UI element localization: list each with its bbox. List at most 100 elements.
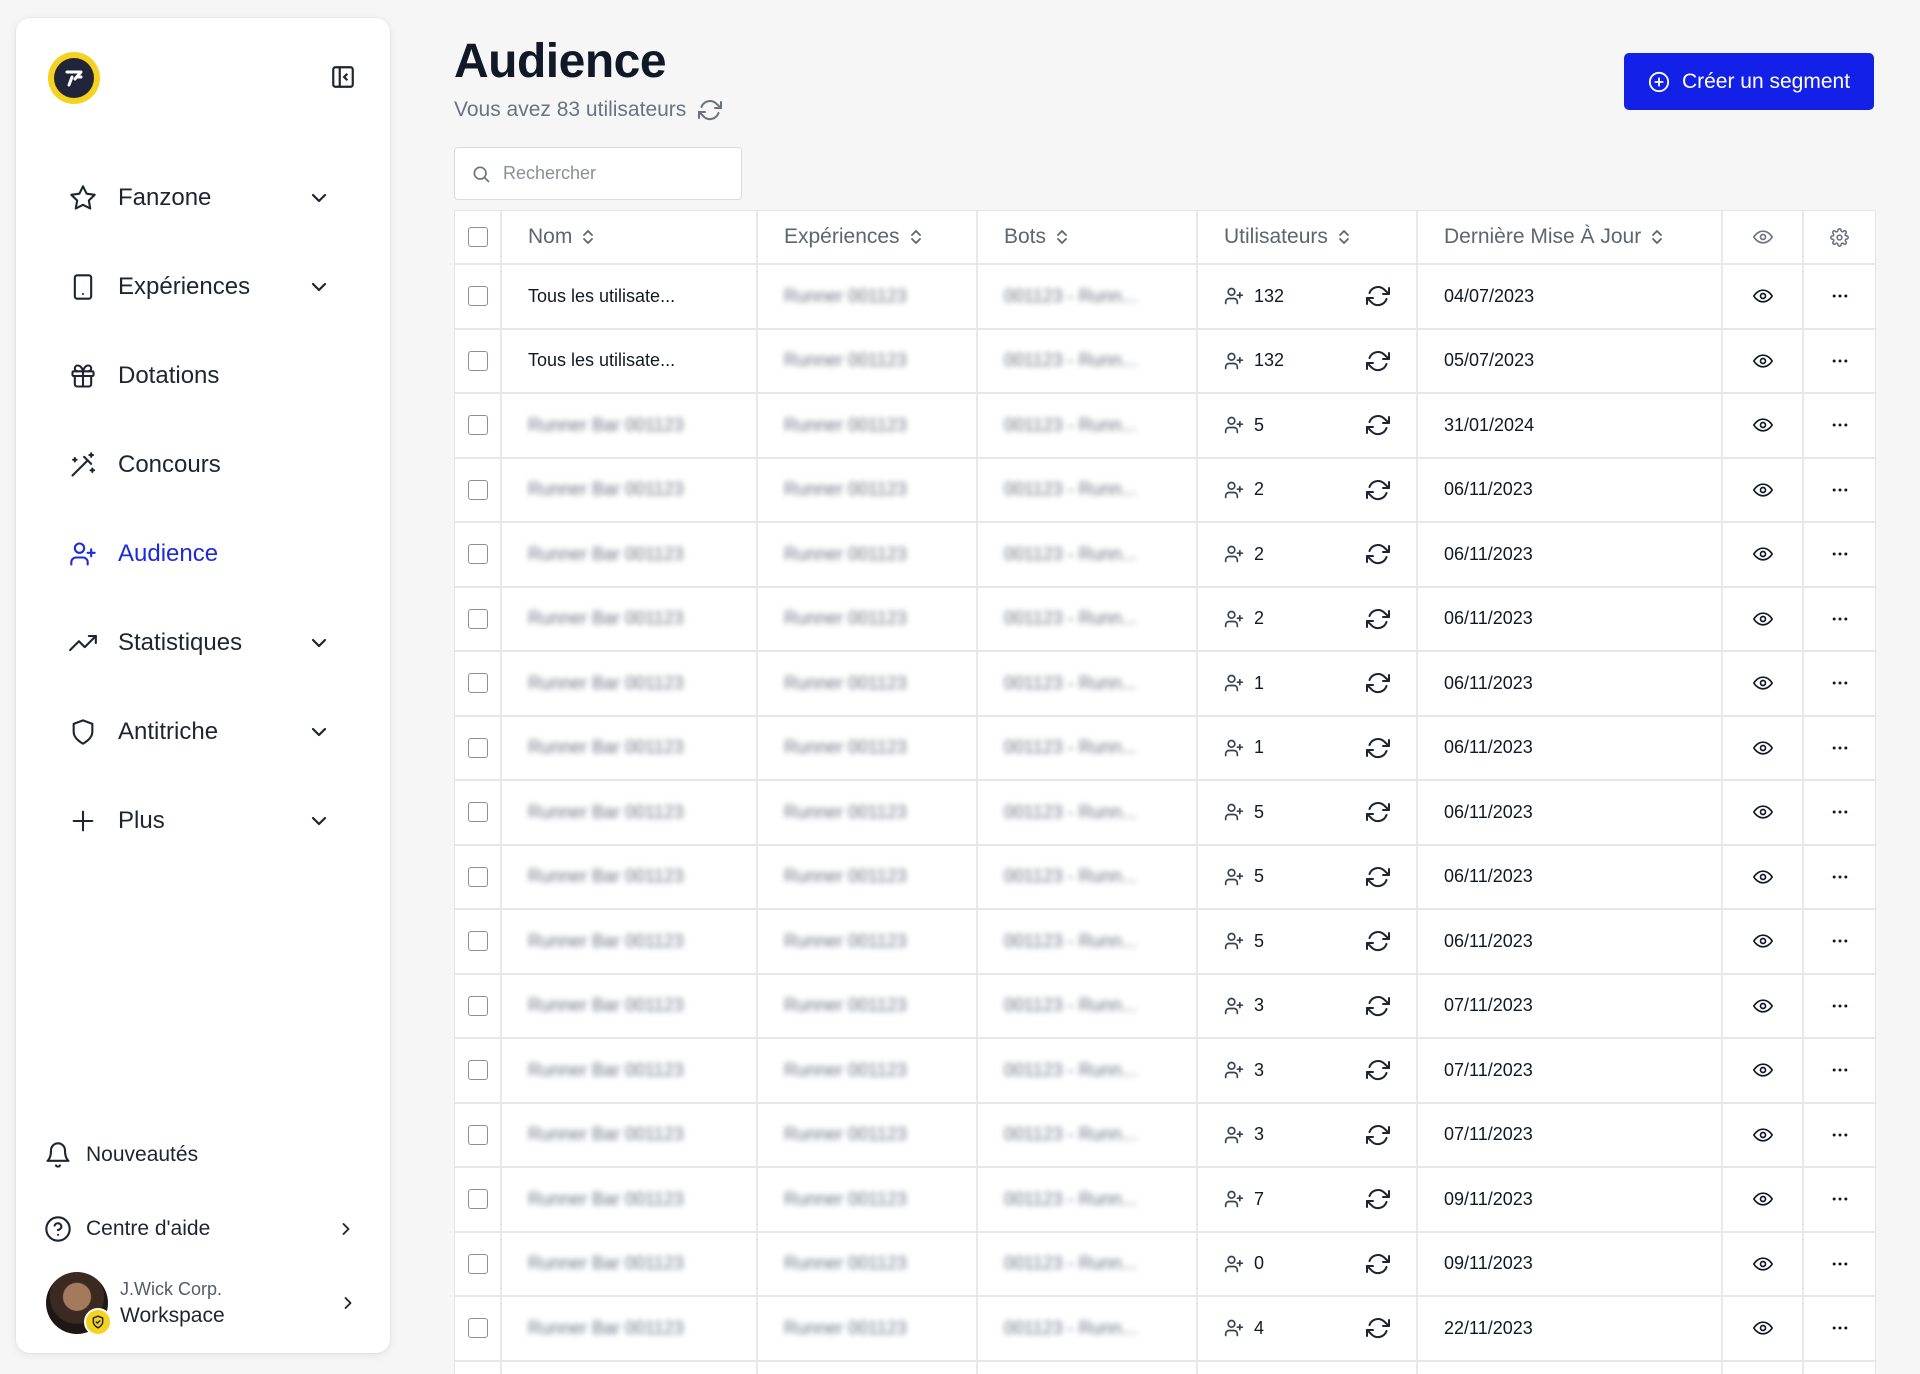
row-actions-button[interactable] — [1830, 544, 1850, 564]
row-actions-button[interactable] — [1830, 1318, 1850, 1338]
view-segment-button[interactable] — [1753, 931, 1773, 951]
row-actions-button[interactable] — [1830, 415, 1850, 435]
collapse-sidebar-button[interactable] — [328, 62, 358, 92]
view-segment-button[interactable] — [1753, 1060, 1773, 1080]
column-header-utilisateurs[interactable]: Utilisateurs — [1224, 225, 1352, 249]
sync-segment-button[interactable] — [1366, 671, 1390, 695]
row-checkbox[interactable] — [468, 415, 488, 435]
sidebar-item-dotations[interactable]: Dotations — [56, 331, 356, 420]
sync-segment-button[interactable] — [1366, 478, 1390, 502]
sync-segment-button[interactable] — [1366, 736, 1390, 760]
table-row[interactable]: Runner Bar 001123Runner 001123001123 - R… — [455, 1233, 1875, 1298]
sidebar-item-antitriche[interactable]: Antitriche — [56, 687, 356, 776]
row-checkbox[interactable] — [468, 1318, 488, 1338]
table-row[interactable]: Runner Bar 001123 — [455, 1362, 1875, 1374]
table-row[interactable]: Runner Bar 001123Runner 001123001123 - R… — [455, 1168, 1875, 1233]
sync-segment-button[interactable] — [1366, 284, 1390, 308]
view-segment-button[interactable] — [1753, 1254, 1773, 1274]
table-settings-button[interactable] — [1830, 228, 1849, 247]
row-checkbox[interactable] — [468, 931, 488, 951]
view-segment-button[interactable] — [1753, 480, 1773, 500]
row-checkbox[interactable] — [468, 544, 488, 564]
select-all-checkbox[interactable] — [468, 227, 488, 247]
table-row[interactable]: Runner Bar 001123Runner 001123001123 - R… — [455, 1297, 1875, 1362]
table-row[interactable]: Runner Bar 001123Runner 001123001123 - R… — [455, 588, 1875, 653]
column-header-bots[interactable]: Bots — [1004, 225, 1070, 249]
sync-segment-button[interactable] — [1366, 929, 1390, 953]
row-actions-button[interactable] — [1830, 867, 1850, 887]
sync-segment-button[interactable] — [1366, 542, 1390, 566]
row-actions-button[interactable] — [1830, 996, 1850, 1016]
row-actions-button[interactable] — [1830, 1189, 1850, 1209]
row-checkbox[interactable] — [468, 351, 488, 371]
sync-segment-button[interactable] — [1366, 1187, 1390, 1211]
row-checkbox[interactable] — [468, 867, 488, 887]
row-checkbox[interactable] — [468, 738, 488, 758]
row-checkbox[interactable] — [468, 1254, 488, 1274]
view-segment-button[interactable] — [1753, 286, 1773, 306]
view-segment-button[interactable] — [1753, 673, 1773, 693]
view-segment-button[interactable] — [1753, 609, 1773, 629]
row-checkbox[interactable] — [468, 480, 488, 500]
app-logo[interactable] — [48, 52, 100, 104]
row-checkbox[interactable] — [468, 802, 488, 822]
search-input[interactable] — [501, 162, 725, 185]
row-actions-button[interactable] — [1830, 931, 1850, 951]
column-header-nom[interactable]: Nom — [528, 225, 596, 249]
sync-segment-button[interactable] — [1366, 865, 1390, 889]
view-segment-button[interactable] — [1753, 1189, 1773, 1209]
table-row[interactable]: Tous les utilisate...Runner 001123001123… — [455, 265, 1875, 330]
row-actions-button[interactable] — [1830, 802, 1850, 822]
sidebar-item-experiences[interactable]: Expériences — [56, 242, 356, 331]
table-row[interactable]: Runner Bar 001123Runner 001123001123 - R… — [455, 459, 1875, 524]
visibility-column-button[interactable] — [1753, 227, 1773, 247]
table-row[interactable]: Runner Bar 001123Runner 001123001123 - R… — [455, 1039, 1875, 1104]
sync-segment-button[interactable] — [1366, 413, 1390, 437]
sidebar-item-plus[interactable]: Plus — [56, 776, 356, 865]
row-checkbox[interactable] — [468, 996, 488, 1016]
view-segment-button[interactable] — [1753, 996, 1773, 1016]
refresh-count-button[interactable] — [698, 98, 722, 122]
view-segment-button[interactable] — [1753, 738, 1773, 758]
sync-segment-button[interactable] — [1366, 1252, 1390, 1276]
table-row[interactable]: Runner Bar 001123Runner 001123001123 - R… — [455, 975, 1875, 1040]
row-actions-button[interactable] — [1830, 1125, 1850, 1145]
sidebar-item-fanzone[interactable]: Fanzone — [56, 153, 356, 242]
table-row[interactable]: Runner Bar 001123Runner 001123001123 - R… — [455, 394, 1875, 459]
column-header-experiences[interactable]: Expériences — [784, 225, 924, 249]
news-link[interactable]: Nouveautés — [44, 1118, 374, 1192]
table-row[interactable]: Runner Bar 001123Runner 001123001123 - R… — [455, 717, 1875, 782]
view-segment-button[interactable] — [1753, 1125, 1773, 1145]
sync-segment-button[interactable] — [1366, 994, 1390, 1018]
table-row[interactable]: Runner Bar 001123Runner 001123001123 - R… — [455, 781, 1875, 846]
help-center-link[interactable]: Centre d'aide — [44, 1192, 374, 1266]
sync-segment-button[interactable] — [1366, 1058, 1390, 1082]
sidebar-item-statistiques[interactable]: Statistiques — [56, 598, 356, 687]
row-checkbox[interactable] — [468, 1060, 488, 1080]
row-actions-button[interactable] — [1830, 609, 1850, 629]
row-checkbox[interactable] — [468, 673, 488, 693]
sidebar-item-concours[interactable]: Concours — [56, 420, 356, 509]
workspace-switcher[interactable]: J.Wick Corp. Workspace — [46, 1268, 376, 1338]
row-actions-button[interactable] — [1830, 1060, 1850, 1080]
row-checkbox[interactable] — [468, 286, 488, 306]
table-row[interactable]: Runner Bar 001123Runner 001123001123 - R… — [455, 523, 1875, 588]
table-row[interactable]: Runner Bar 001123Runner 001123001123 - R… — [455, 652, 1875, 717]
view-segment-button[interactable] — [1753, 415, 1773, 435]
table-row[interactable]: Tous les utilisate...Runner 001123001123… — [455, 330, 1875, 395]
row-actions-button[interactable] — [1830, 286, 1850, 306]
view-segment-button[interactable] — [1753, 802, 1773, 822]
sync-segment-button[interactable] — [1366, 800, 1390, 824]
view-segment-button[interactable] — [1753, 867, 1773, 887]
table-row[interactable]: Runner Bar 001123Runner 001123001123 - R… — [455, 910, 1875, 975]
view-segment-button[interactable] — [1753, 1318, 1773, 1338]
row-checkbox[interactable] — [468, 1189, 488, 1209]
view-segment-button[interactable] — [1753, 351, 1773, 371]
row-actions-button[interactable] — [1830, 738, 1850, 758]
sync-segment-button[interactable] — [1366, 349, 1390, 373]
table-row[interactable]: Runner Bar 001123Runner 001123001123 - R… — [455, 1104, 1875, 1169]
row-actions-button[interactable] — [1830, 480, 1850, 500]
table-row[interactable]: Runner Bar 001123Runner 001123001123 - R… — [455, 846, 1875, 911]
view-segment-button[interactable] — [1753, 544, 1773, 564]
sync-segment-button[interactable] — [1366, 1123, 1390, 1147]
